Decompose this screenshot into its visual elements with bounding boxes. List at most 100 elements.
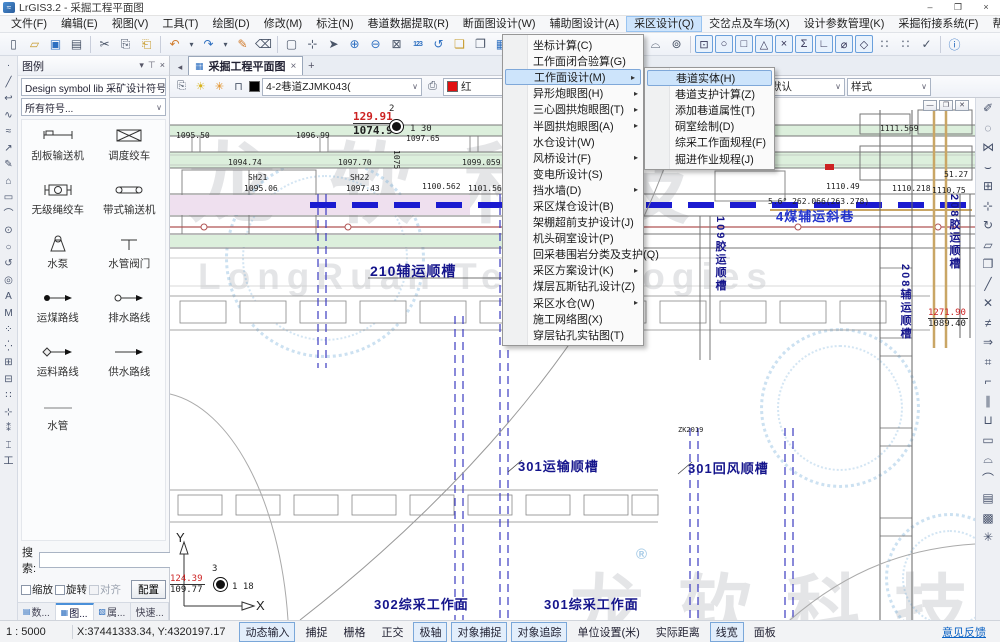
node-select-icon[interactable]: ◌ — [978, 119, 998, 139]
tab-properties[interactable]: ▧属... — [94, 603, 132, 620]
eraser-icon[interactable]: ⌫ — [254, 35, 273, 54]
menu-section-design[interactable]: 断面图设计(W) — [456, 16, 543, 32]
rect-edit-icon[interactable]: ▭ — [978, 431, 998, 451]
toggle-ortho[interactable]: 正交 — [375, 622, 409, 642]
undo-dropdown-icon[interactable]: ▾ — [186, 35, 197, 54]
spline-tool-icon[interactable]: ∿ — [1, 108, 17, 125]
menu-item-water-wall[interactable]: 挡水墙(D)▸ — [503, 182, 643, 198]
submenu-item-support-calc[interactable]: 巷道支护计算(Z) — [645, 86, 774, 102]
donut-tool-icon[interactable]: ◎ — [1, 273, 17, 290]
copy-icon[interactable]: ⎘ — [116, 35, 135, 54]
zoom-checkbox[interactable]: 缩放 — [21, 582, 53, 597]
menu-item-irregular-blasthole[interactable]: 异形炮眼图(H)▸ — [503, 85, 643, 101]
menu-item-panel-sump[interactable]: 采区水仓(W)▸ — [503, 295, 643, 311]
menu-modify[interactable]: 修改(M) — [257, 16, 310, 32]
new-icon[interactable]: ▯ — [4, 35, 23, 54]
legend-close-icon[interactable]: × — [160, 60, 165, 71]
menu-params[interactable]: 设计参数管理(K) — [797, 16, 892, 32]
sun-icon[interactable]: ✳ — [211, 78, 228, 95]
menu-item-face-closure-check[interactable]: 工作面闭合验算(G) — [503, 53, 643, 69]
polyline-tool-icon[interactable]: ↩ — [1, 91, 17, 108]
layer-props-icon[interactable]: ❐ — [471, 35, 490, 54]
undo-icon[interactable]: ↶ — [165, 35, 184, 54]
polygon-tool-icon[interactable]: ⌂ — [1, 174, 17, 191]
beam-icon[interactable]: ⌶ — [1, 438, 17, 455]
table-tool-icon[interactable]: ⊟ — [1, 372, 17, 389]
arc-draw-icon[interactable]: ⌒ — [1, 207, 17, 224]
redo-icon[interactable]: ↷ — [199, 35, 218, 54]
menu-item-head-chamber[interactable]: 机头硐室设计(P) — [503, 230, 643, 246]
toggle-dynamic-input[interactable]: 动态输入 — [239, 622, 295, 642]
format-brush-icon[interactable]: ✎ — [233, 35, 252, 54]
confirm-icon[interactable]: ✓ — [917, 35, 936, 54]
symbol-water-valve[interactable]: 水管阀门 — [96, 234, 162, 271]
menu-tunnel-data[interactable]: 巷道数据提取(R) — [361, 16, 456, 32]
snap-diameter-icon[interactable]: ⌀ — [835, 35, 853, 53]
info-icon[interactable]: ⓘ — [945, 35, 964, 54]
rect-tool-icon[interactable]: ▭ — [1, 190, 17, 207]
symbol-endless-rope-winch[interactable]: 无级绳绞车 — [25, 180, 91, 217]
submenu-item-tunnel-entity[interactable]: 巷道实体(H) — [647, 70, 772, 86]
pin-icon[interactable]: ⊤ — [148, 60, 156, 71]
menu-link-system[interactable]: 采掘衔接系统(F) — [891, 16, 985, 32]
align-points-icon[interactable]: ⊹ — [1, 405, 17, 422]
symbol-water-supply-route[interactable]: 供水路线 — [96, 342, 162, 379]
menu-aux-design[interactable]: 辅助图设计(A) — [543, 16, 627, 32]
toggle-object-snap[interactable]: 对象捕捉 — [451, 622, 507, 642]
move-icon[interactable]: ⊹ — [978, 197, 998, 217]
cut-icon[interactable]: ✂ — [95, 35, 114, 54]
text-tool-icon[interactable]: A — [1, 289, 17, 306]
mtext-tool-icon[interactable]: M — [1, 306, 17, 323]
menu-draw[interactable]: 绘图(D) — [205, 16, 256, 32]
menu-item-gas-borehole[interactable]: 煤层瓦斯钻孔设计(Z) — [503, 278, 643, 294]
doc-close-icon[interactable]: ✕ — [955, 100, 969, 111]
toggle-object-track[interactable]: 对象追踪 — [511, 622, 567, 642]
line-edit-icon[interactable]: ╱ — [978, 275, 998, 295]
toggle-grid[interactable]: 栅格 — [337, 622, 371, 642]
symbol-water-pipe[interactable]: 水管 — [25, 396, 91, 433]
symbol-dispatch-winch[interactable]: 调度绞车 — [96, 126, 162, 163]
offset-icon[interactable]: ∥ — [978, 392, 998, 412]
insert-block-icon[interactable]: ⊞ — [1, 355, 17, 372]
menu-junction[interactable]: 交岔点及车场(X) — [702, 16, 797, 32]
crop-icon[interactable]: ⌗ — [978, 353, 998, 373]
tab-quick[interactable]: 快速... — [131, 603, 169, 620]
menu-tools[interactable]: 工具(T) — [155, 16, 205, 32]
minimize-icon[interactable]: – — [916, 0, 944, 15]
snap-circle-icon[interactable]: ○ — [715, 35, 733, 53]
tab-add-icon[interactable]: + — [303, 59, 319, 75]
open-icon[interactable]: ▱ — [25, 35, 44, 54]
group-b-icon[interactable]: ∷ — [896, 35, 915, 54]
extend-icon[interactable]: ⇒ — [978, 333, 998, 353]
revcloud-tool-icon[interactable]: ↺ — [1, 256, 17, 273]
snap-triangle-icon[interactable]: △ — [755, 35, 773, 53]
menu-view[interactable]: 视图(V) — [105, 16, 156, 32]
redo-dropdown-icon[interactable]: ▾ — [220, 35, 231, 54]
config-button[interactable]: 配置 — [131, 580, 166, 599]
tab-close-icon[interactable]: × — [291, 61, 297, 72]
menu-item-advance-support[interactable]: 架棚超前支护设计(J) — [503, 214, 643, 230]
array-icon[interactable]: ⊞ — [978, 177, 998, 197]
menu-edit[interactable]: 编辑(E) — [54, 16, 105, 32]
toggle-snap[interactable]: 捕捉 — [299, 622, 333, 642]
symbol-coal-route[interactable]: 运煤路线 — [25, 288, 91, 325]
document-tab[interactable]: ▦ 采掘工程平面图 × — [188, 56, 303, 75]
array-points-icon[interactable]: ∷ — [1, 388, 17, 405]
layer-select[interactable]: 4-2巷道ZJMK043(∨ — [262, 78, 422, 96]
menu-item-scheme-design[interactable]: 采区方案设计(K)▸ — [503, 262, 643, 278]
scatter-icon[interactable]: ⁑ — [1, 421, 17, 438]
submenu-item-mining-procedure[interactable]: 综采工作面规程(F) — [645, 134, 774, 150]
menu-item-coal-bunker[interactable]: 采区煤仓设计(B) — [503, 198, 643, 214]
zoom-in-icon[interactable]: ⊕ — [345, 35, 364, 54]
layer-stack-icon[interactable]: ⎘ — [173, 78, 190, 95]
search-input[interactable] — [39, 552, 177, 568]
point-tool-icon[interactable]: · — [1, 58, 17, 75]
unlock-icon[interactable]: ⊓ — [230, 78, 247, 95]
submenu-item-add-attributes[interactable]: 添加巷道属性(T) — [645, 102, 774, 118]
copy-object-icon[interactable]: ❐ — [978, 255, 998, 275]
symbol-drainage-route[interactable]: 排水路线 — [96, 288, 162, 325]
toggle-lineweight[interactable]: 线宽 — [710, 622, 744, 642]
block-b-icon[interactable]: ⁛ — [1, 339, 17, 356]
doc-restore-icon[interactable]: ❐ — [939, 100, 953, 111]
scale-icon[interactable]: ▱ — [978, 236, 998, 256]
